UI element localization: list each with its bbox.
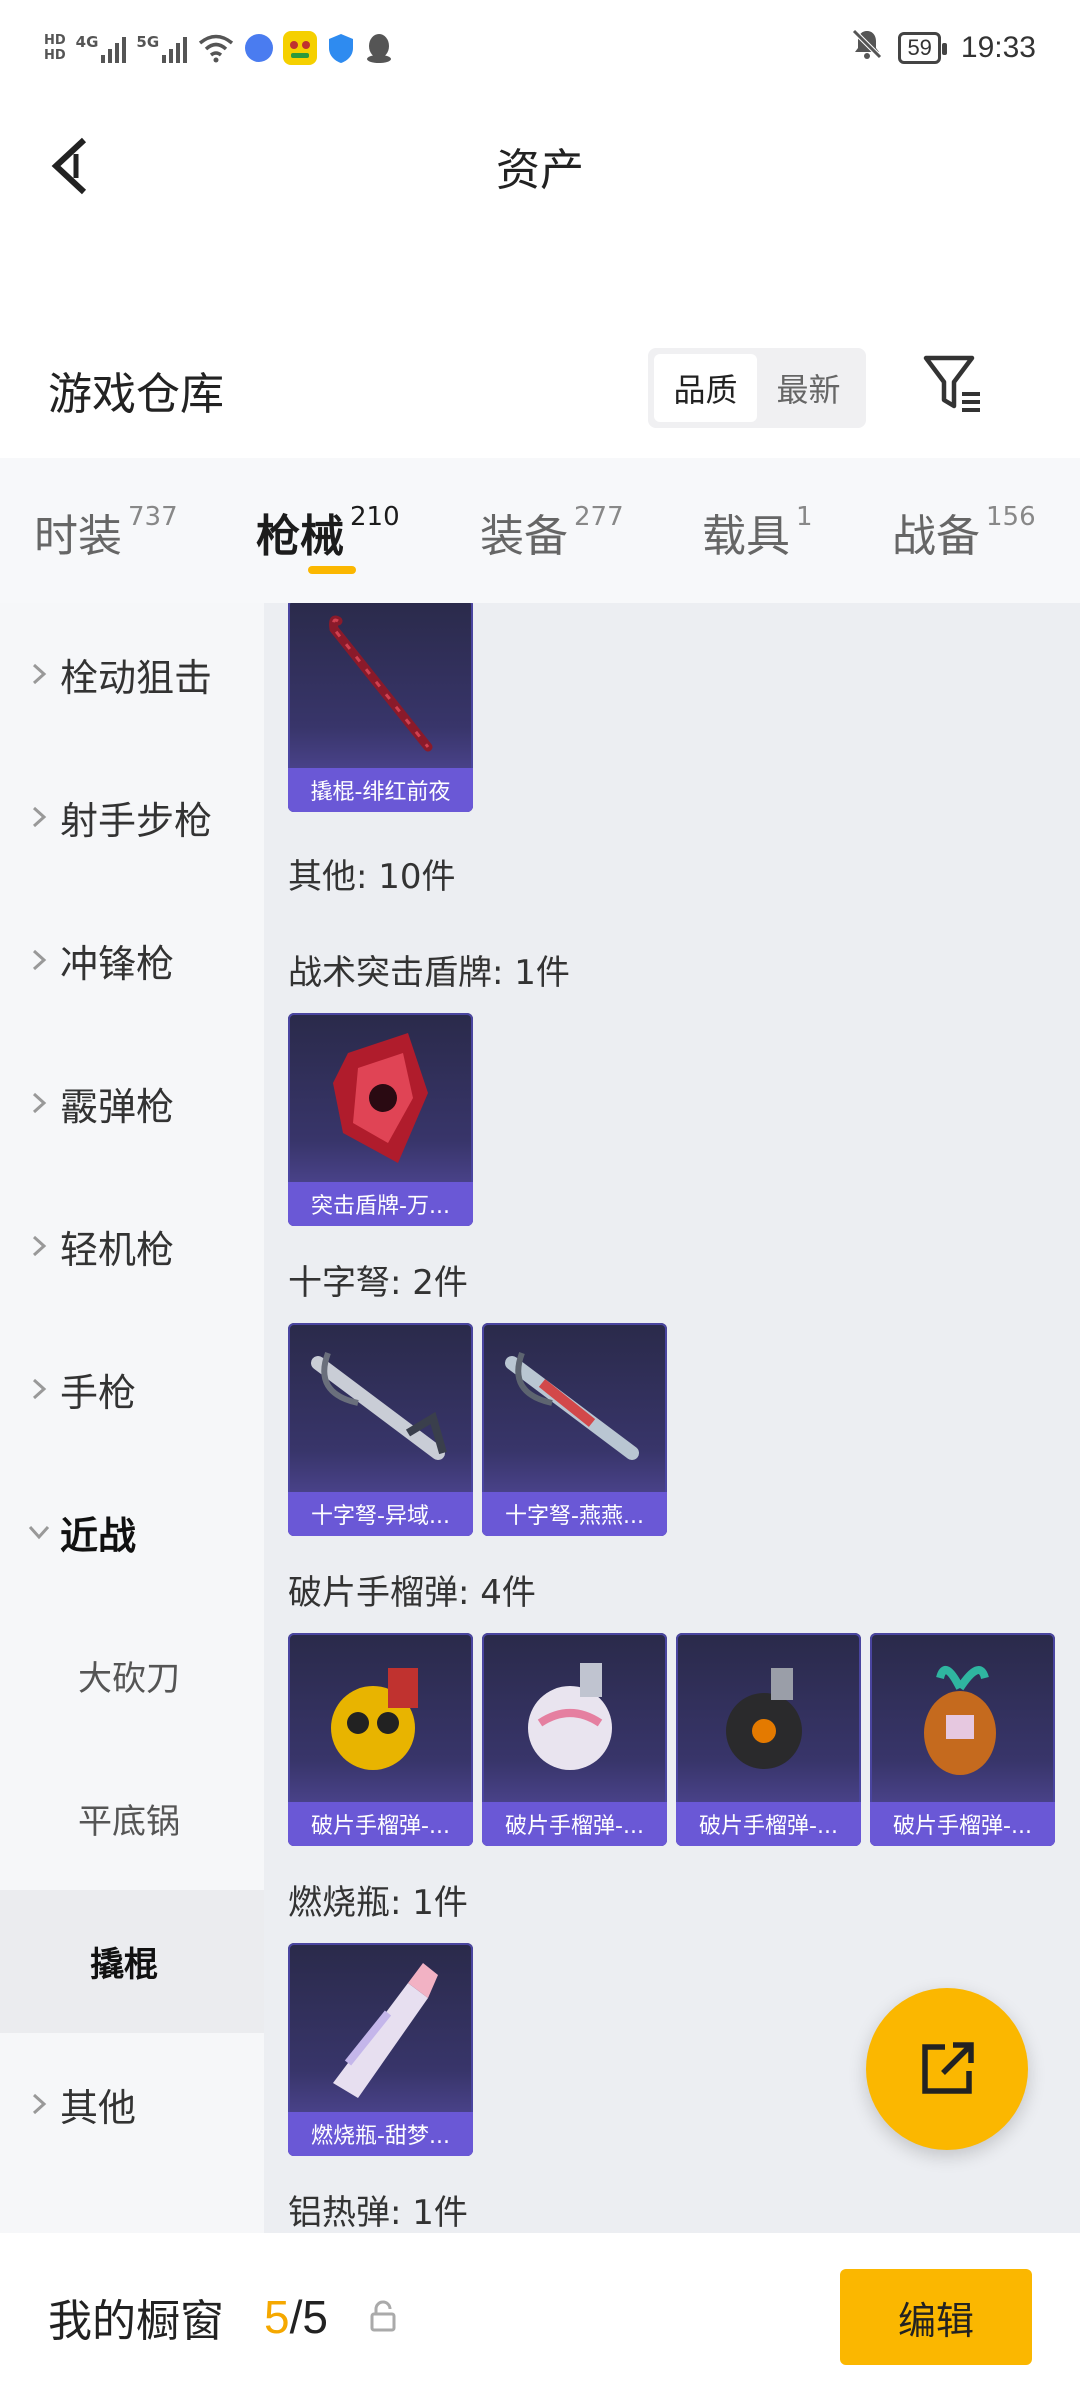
grenade-icon <box>726 1668 802 1769</box>
shield-item-icon <box>333 1033 428 1163</box>
lock-icon <box>370 2300 396 2332</box>
active-tab-indicator <box>308 566 356 574</box>
grenade-icon <box>528 1663 612 1770</box>
warehouse-title: 游戏仓库 <box>48 369 224 420</box>
subnav-other[interactable]: 其他 <box>0 2033 264 2176</box>
app-notification-icon <box>245 34 274 62</box>
item-caption: 破片手榴弹-... <box>870 1802 1055 1846</box>
back-arrow-icon <box>51 137 87 195</box>
molotov-icon <box>333 1963 438 2098</box>
tab-vehicles[interactable]: 载具 1 <box>702 500 813 564</box>
chevron-right-icon <box>32 663 47 685</box>
hd-icon: HD HD <box>44 33 66 63</box>
item-card[interactable]: 燃烧瓶-甜梦... <box>288 1943 473 2156</box>
item-caption: 破片手榴弹-... <box>288 1802 473 1846</box>
subnav-bolt-action-sniper[interactable]: 栓动狙击 <box>0 603 264 746</box>
item-card[interactable]: 十字弩-异域... <box>288 1323 473 1536</box>
mute-bell-icon <box>850 27 884 69</box>
item-caption: 撬棍-绯红前夜 <box>288 768 473 812</box>
subcategory-sidebar: 栓动狙击 射手步枪 冲锋枪 霰弹枪 轻机枪 手枪 近战 大砍刀 平底锅 撬棍 其… <box>0 603 264 2233</box>
category-tabs: 时装 737 枪械 210 装备 277 载具 1 战备 156 <box>0 458 1080 603</box>
status-right: 59 19:33 <box>850 27 1036 69</box>
game-app-icon <box>283 31 318 65</box>
group-label-grenade: 破片手榴弹: 4件 <box>288 1573 536 1613</box>
edit-button[interactable]: 编辑 <box>840 2269 1032 2365</box>
crossbow-icon <box>505 1351 639 1460</box>
tab-equipment[interactable]: 装备 277 <box>480 500 624 564</box>
shield-icon <box>327 32 355 64</box>
subnav-machete[interactable]: 大砍刀 <box>0 1604 264 1747</box>
item-card[interactable]: 撬棍-绯红前夜 <box>288 603 473 812</box>
item-caption: 破片手榴弹-... <box>482 1802 667 1846</box>
grenade-icon <box>924 1666 996 1775</box>
item-card[interactable]: 破片手榴弹-... <box>676 1633 861 1846</box>
share-button[interactable] <box>866 1988 1028 2150</box>
warehouse-header: 游戏仓库 品质 最新 <box>0 330 1080 450</box>
page-title: 资产 <box>496 145 584 196</box>
filter-button[interactable] <box>920 350 990 420</box>
crowbar-icon <box>329 615 433 752</box>
group-label-molotov: 燃烧瓶: 1件 <box>288 1883 468 1923</box>
signal-4g-icon: 4G <box>76 33 127 63</box>
group-label-thermite: 铝热弹: 1件 <box>288 2193 468 2233</box>
wifi-icon <box>197 33 235 63</box>
clock: 19:33 <box>960 31 1036 64</box>
sort-by-newest[interactable]: 最新 <box>757 354 860 422</box>
chevron-right-icon <box>32 1378 47 1400</box>
signal-5g-icon: 5G <box>136 33 188 63</box>
group-label-other: 其他: 10件 <box>288 857 456 897</box>
subnav-pistol[interactable]: 手枪 <box>0 1318 264 1461</box>
item-card[interactable]: 突击盾牌-万... <box>288 1013 473 1226</box>
tab-fashion[interactable]: 时装 737 <box>34 500 178 564</box>
subnav-crowbar[interactable]: 撬棍 <box>0 1890 264 2033</box>
group-label-crossbow: 十字弩: 2件 <box>288 1263 468 1303</box>
item-caption: 十字弩-异域... <box>288 1492 473 1536</box>
title-bar: 资产 <box>0 96 1080 236</box>
item-card[interactable]: 破片手榴弹-... <box>482 1633 667 1846</box>
item-card[interactable]: 十字弩-燕燕... <box>482 1323 667 1536</box>
item-caption: 破片手榴弹-... <box>676 1802 861 1846</box>
subnav-lmg[interactable]: 轻机枪 <box>0 1175 264 1318</box>
subnav-marksman-rifle[interactable]: 射手步枪 <box>0 746 264 889</box>
battery-indicator: 59 <box>898 32 948 64</box>
sort-toggle: 品质 最新 <box>648 348 866 428</box>
back-button[interactable] <box>40 126 100 206</box>
item-card[interactable]: 破片手榴弹-... <box>288 1633 473 1846</box>
showcase-label: 我的橱窗 <box>48 2295 224 2347</box>
group-label-shield: 战术突击盾牌: 1件 <box>288 953 570 993</box>
qq-penguin-icon <box>365 32 393 64</box>
item-caption: 燃烧瓶-甜梦... <box>288 2112 473 2156</box>
filter-icon <box>923 355 980 412</box>
tab-firearms[interactable]: 枪械 210 <box>256 500 400 564</box>
status-bar: HD HD 4G 5G 59 19:33 <box>0 0 1080 96</box>
sort-by-quality[interactable]: 品质 <box>654 354 757 422</box>
chevron-right-icon <box>32 2093 47 2115</box>
grenade-icon <box>331 1668 418 1770</box>
status-left: HD HD 4G 5G <box>44 31 393 65</box>
chevron-right-icon <box>32 949 47 971</box>
item-caption: 突击盾牌-万... <box>288 1182 473 1226</box>
chevron-right-icon <box>32 806 47 828</box>
crossbow-icon <box>311 1351 447 1460</box>
chevron-right-icon <box>32 1235 47 1257</box>
subnav-frying-pan[interactable]: 平底锅 <box>0 1747 264 1890</box>
showcase-count: 5/5 <box>264 2290 328 2343</box>
tab-supplies[interactable]: 战备 156 <box>892 500 1036 564</box>
item-caption: 十字弩-燕燕... <box>482 1492 667 1536</box>
subnav-melee[interactable]: 近战 <box>0 1461 264 1604</box>
item-card[interactable]: 破片手榴弹-... <box>870 1633 1055 1846</box>
showcase-bar: 我的橱窗 5/5 编辑 <box>0 2233 1080 2400</box>
subnav-shotgun[interactable]: 霰弹枪 <box>0 1032 264 1175</box>
chevron-down-icon <box>28 1525 50 1540</box>
chevron-right-icon <box>32 1092 47 1114</box>
share-icon <box>922 2042 974 2094</box>
subnav-smg[interactable]: 冲锋枪 <box>0 889 264 1032</box>
